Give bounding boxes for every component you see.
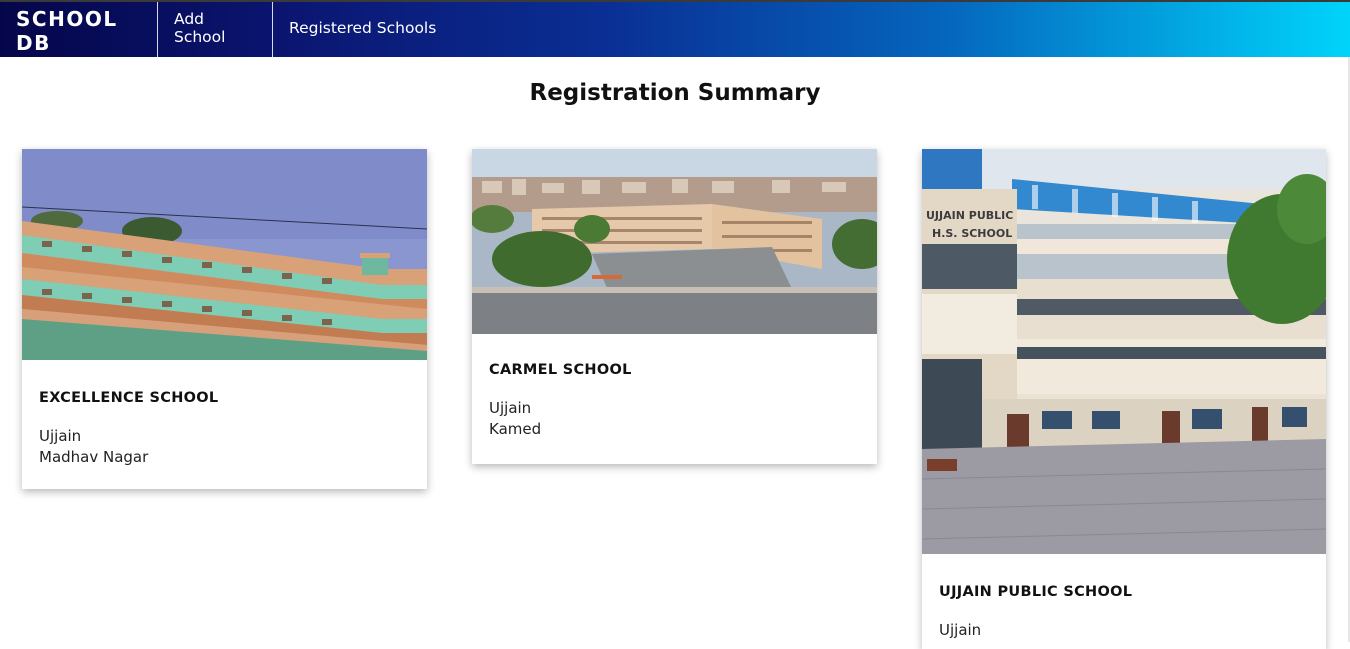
school-name: UJJAIN PUBLIC SCHOOL bbox=[939, 584, 1133, 600]
top-navbar: SCHOOL DB Add School Registered Schools bbox=[0, 0, 1350, 57]
school-area: Kamed bbox=[489, 420, 542, 438]
school-city: Ujjain bbox=[939, 621, 982, 639]
school-area: Madhav Nagar bbox=[39, 448, 149, 466]
school-photo-carmel bbox=[472, 149, 877, 334]
school-city: Ujjain bbox=[39, 427, 82, 445]
school-image: UJJAIN PUBLIC H.S. SCHOOL bbox=[922, 149, 1326, 554]
school-image bbox=[22, 149, 427, 360]
brand-logo[interactable]: SCHOOL DB bbox=[0, 2, 158, 57]
school-photo-ujjain-public: UJJAIN PUBLIC H.S. SCHOOL bbox=[922, 149, 1326, 554]
school-city: Ujjain bbox=[489, 399, 532, 417]
school-photo-excellence bbox=[22, 149, 427, 360]
school-card-ujjain-public[interactable]: UJJAIN PUBLIC H.S. SCHOOL UJJAIN PUBLIC … bbox=[922, 149, 1326, 649]
nav-registered-schools[interactable]: Registered Schools bbox=[273, 2, 452, 57]
school-card-carmel[interactable]: CARMEL SCHOOL Ujjain Kamed bbox=[472, 149, 877, 464]
nav-add-school[interactable]: Add School bbox=[158, 2, 273, 57]
school-name: EXCELLENCE SCHOOL bbox=[39, 390, 219, 406]
school-name: CARMEL SCHOOL bbox=[489, 362, 632, 378]
school-card-excellence[interactable]: EXCELLENCE SCHOOL Ujjain Madhav Nagar bbox=[22, 149, 427, 489]
school-image bbox=[472, 149, 877, 334]
svg-text:H.S. SCHOOL: H.S. SCHOOL bbox=[932, 227, 1012, 240]
school-signboard: UJJAIN PUBLIC bbox=[926, 209, 1013, 222]
page-title: Registration Summary bbox=[529, 80, 821, 106]
